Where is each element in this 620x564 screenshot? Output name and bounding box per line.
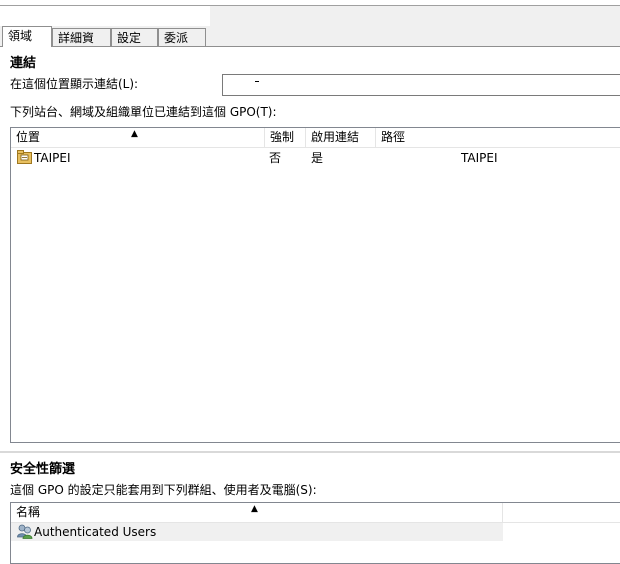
table-row[interactable]: Authenticated Users (11, 523, 503, 541)
user-group-icon (17, 524, 33, 543)
links-heading: 連結 (10, 56, 37, 71)
tab-settings[interactable]: 設定 (111, 28, 158, 46)
column-header-location[interactable]: 位置 ▲ (11, 128, 265, 147)
location-dropdown[interactable] (222, 74, 620, 96)
row-link-enabled: 是 (311, 151, 324, 165)
row-location: TAIPEI (34, 151, 71, 165)
row-name: Authenticated Users (34, 525, 157, 539)
text-cursor (255, 81, 259, 82)
table-row[interactable]: TAIPEI 否 是 TAIPEI (11, 149, 620, 167)
security-filtering-description: 這個 GPO 的設定只能套用到下列群組、使用者及電腦(S): (10, 483, 317, 497)
row-path: TAIPEI (461, 151, 498, 165)
column-header-name-label: 名稱 (16, 505, 41, 519)
tab-scope[interactable]: 領域 (2, 26, 52, 47)
row-enforced: 否 (269, 151, 282, 165)
tab-delegation[interactable]: 委派 (158, 28, 206, 46)
column-header-name[interactable]: 名稱 ▲ (11, 503, 503, 522)
tab-strip-blank-area (0, 6, 210, 26)
security-header: 名稱 ▲ (11, 503, 620, 523)
links-header: 位置 ▲ 強制 啟用連結 路徑 (11, 128, 620, 148)
column-header-path[interactable]: 路徑 (376, 128, 620, 147)
column-header-link-enabled[interactable]: 啟用連結 (306, 128, 376, 147)
domain-folder-icon (17, 150, 32, 168)
linked-locations-label: 下列站台、網域及組織單位已連結到這個 GPO(T): (10, 105, 277, 119)
sort-ascending-icon: ▲ (131, 129, 138, 139)
security-listview[interactable]: 名稱 ▲ Authenticated Users (10, 502, 620, 564)
sort-ascending-icon: ▲ (251, 504, 258, 514)
security-filtering-heading: 安全性篩選 (10, 462, 76, 477)
links-listview[interactable]: 位置 ▲ 強制 啟用連結 路徑 TAIPEI 否 是 TAIPEI (10, 127, 620, 443)
section-divider (0, 451, 620, 453)
show-links-label: 在這個位置顯示連結(L): (10, 77, 139, 91)
tab-details[interactable]: 詳細資料 (52, 28, 111, 63)
column-header-enforced[interactable]: 強制 (265, 128, 306, 147)
column-header-location-label: 位置 (16, 130, 41, 144)
